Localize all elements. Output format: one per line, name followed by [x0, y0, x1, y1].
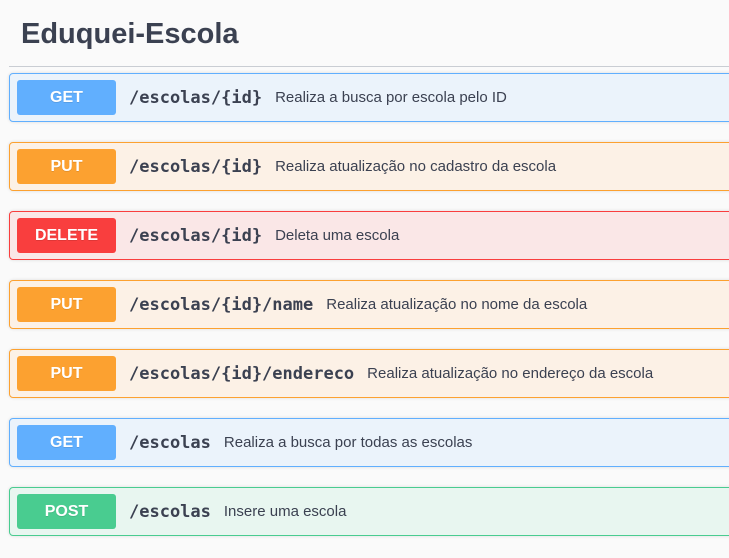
- operation-get-all-escolas[interactable]: GET /escolas Realiza a busca por todas a…: [9, 418, 729, 467]
- method-badge: PUT: [17, 356, 116, 391]
- operation-post-escola[interactable]: POST /escolas Insere uma escola: [9, 487, 729, 536]
- method-badge: POST: [17, 494, 116, 529]
- operation-path: /escolas/{id}: [129, 156, 263, 177]
- operation-path: /escolas/{id}: [129, 87, 263, 108]
- operation-summary: Realiza atualização no endereço da escol…: [367, 365, 654, 382]
- operation-delete-escola-by-id[interactable]: DELETE /escolas/{id} Deleta uma escola: [9, 211, 729, 260]
- section-title[interactable]: Eduquei-Escola: [21, 16, 239, 52]
- method-badge: GET: [17, 425, 116, 460]
- operation-summary: Deleta uma escola: [275, 227, 400, 244]
- operation-path: /escolas/{id}/name: [129, 294, 314, 315]
- method-badge: PUT: [17, 149, 116, 184]
- operation-path: /escolas/{id}: [129, 225, 263, 246]
- operations-list: GET /escolas/{id} Realiza a busca por es…: [9, 73, 729, 556]
- operation-put-escola-endereco[interactable]: PUT /escolas/{id}/endereco Realiza atual…: [9, 349, 729, 398]
- operation-get-escola-by-id[interactable]: GET /escolas/{id} Realiza a busca por es…: [9, 73, 729, 122]
- operation-summary: Realiza atualização no nome da escola: [326, 296, 588, 313]
- method-badge: PUT: [17, 287, 116, 322]
- method-badge: GET: [17, 80, 116, 115]
- operation-put-escola-by-id[interactable]: PUT /escolas/{id} Realiza atualização no…: [9, 142, 729, 191]
- operation-summary: Realiza a busca por todas as escolas: [223, 434, 473, 451]
- operation-path: /escolas/{id}/endereco: [129, 363, 355, 384]
- operation-path: /escolas: [129, 501, 211, 522]
- operation-summary: Insere uma escola: [223, 503, 347, 520]
- operation-put-escola-name[interactable]: PUT /escolas/{id}/name Realiza atualizaç…: [9, 280, 729, 329]
- operation-summary: Realiza atualização no cadastro da escol…: [275, 158, 557, 175]
- title-divider: [9, 66, 729, 67]
- method-badge: DELETE: [17, 218, 116, 253]
- operation-path: /escolas: [129, 432, 211, 453]
- operation-summary: Realiza a busca por escola pelo ID: [275, 89, 507, 106]
